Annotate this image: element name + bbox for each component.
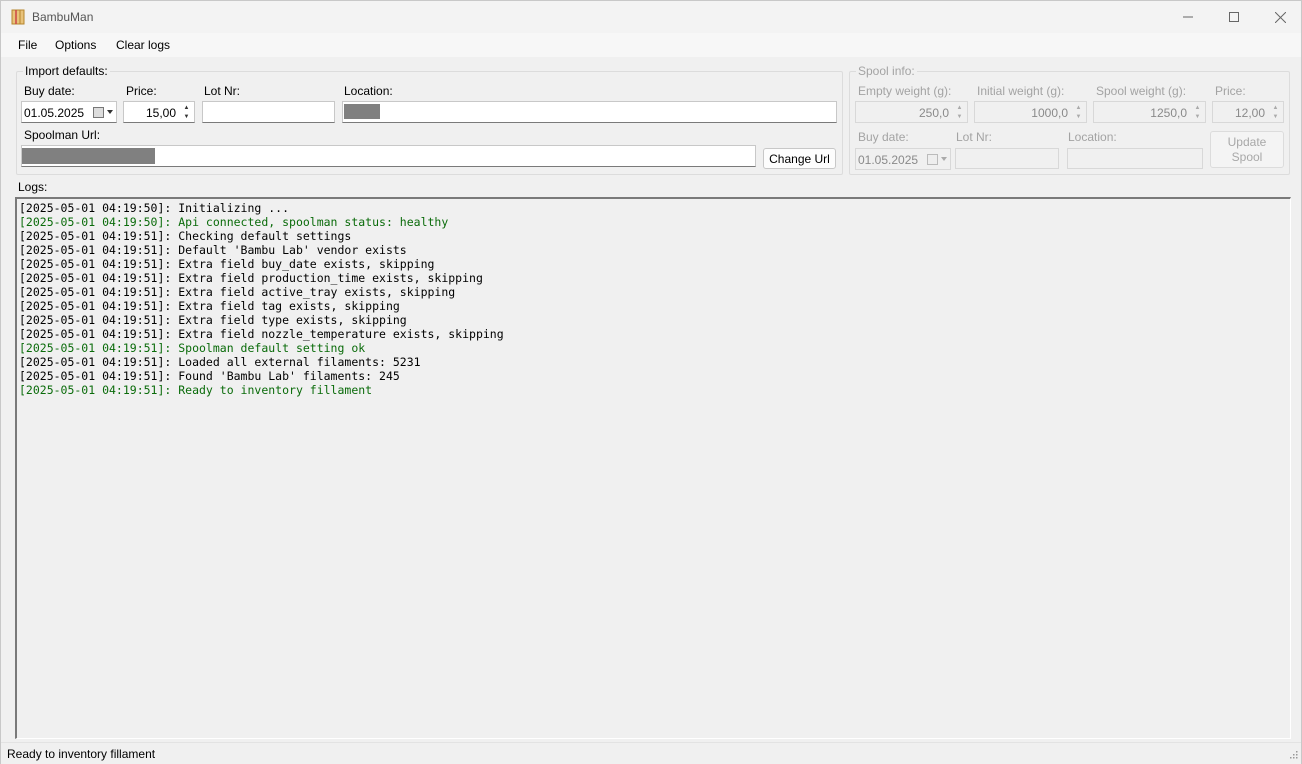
price-label: Price:	[126, 84, 157, 98]
menu-file[interactable]: File	[18, 38, 37, 52]
empty-weight-value: 250,0	[918, 106, 949, 120]
log-line: [2025-05-01 04:19:51]: Extra field tag e…	[19, 299, 400, 313]
spin-down-icon[interactable]: ▼	[1072, 112, 1085, 121]
spool-price-label: Price:	[1215, 84, 1246, 98]
spool-weight-spinner: ▲ ▼	[1191, 103, 1204, 121]
spool-price-value: 12,00	[1234, 106, 1265, 120]
empty-weight-label: Empty weight (g):	[858, 84, 952, 98]
buy-date-label: Buy date:	[24, 84, 75, 98]
log-line: [2025-05-01 04:19:51]: Extra field buy_d…	[19, 257, 435, 271]
log-line: [2025-05-01 04:19:51]: Extra field produ…	[19, 271, 483, 285]
change-url-button[interactable]: Change Url	[763, 148, 836, 169]
location-input[interactable]	[342, 101, 837, 123]
price-stepper[interactable]: 15,00 ▲ ▼	[123, 101, 195, 123]
chevron-down-icon[interactable]	[941, 157, 947, 161]
log-line: [2025-05-01 04:19:51]: Loaded all extern…	[19, 355, 421, 369]
spin-up-icon[interactable]: ▲	[1191, 103, 1204, 112]
spoolman-url-masked-value	[22, 148, 155, 164]
calendar-icon[interactable]	[927, 154, 938, 165]
initial-weight-value: 1000,0	[1031, 106, 1068, 120]
spin-down-icon[interactable]: ▼	[180, 112, 193, 121]
log-line: [2025-05-01 04:19:51]: Extra field nozzl…	[19, 327, 504, 341]
spin-down-icon[interactable]: ▼	[1269, 112, 1282, 121]
logs-textbox[interactable]: [2025-05-01 04:19:50]: Initializing ...[…	[15, 197, 1291, 739]
import-defaults-legend: Import defaults:	[23, 64, 110, 78]
chevron-down-icon[interactable]	[107, 110, 113, 114]
spool-lot-label: Lot Nr:	[956, 130, 993, 144]
price-value: 15,00	[145, 106, 176, 120]
spin-up-icon[interactable]: ▲	[1072, 103, 1085, 112]
initial-weight-stepper[interactable]: 1000,0 ▲ ▼	[974, 101, 1087, 123]
log-line: [2025-05-01 04:19:51]: Spoolman default …	[19, 341, 366, 355]
log-line: [2025-05-01 04:19:51]: Ready to inventor…	[19, 383, 373, 397]
maximize-button[interactable]	[1211, 1, 1257, 33]
spool-buy-date-picker[interactable]: 01.05.2025	[855, 148, 951, 170]
spin-up-icon[interactable]: ▲	[1269, 103, 1282, 112]
lot-input[interactable]	[202, 101, 335, 123]
spool-weight-label: Spool weight (g):	[1096, 84, 1187, 98]
log-line: [2025-05-01 04:19:50]: Initializing ...	[19, 201, 290, 215]
log-line: [2025-05-01 04:19:51]: Extra field activ…	[19, 285, 456, 299]
initial-weight-label: Initial weight (g):	[977, 84, 1065, 98]
spoolman-url-input[interactable]	[21, 145, 756, 167]
spin-up-icon[interactable]: ▲	[180, 103, 193, 112]
menu-options[interactable]: Options	[55, 38, 96, 52]
empty-weight-spinner: ▲ ▼	[953, 103, 966, 121]
log-line: [2025-05-01 04:19:51]: Extra field type …	[19, 313, 407, 327]
spool-weight-value: 1250,0	[1150, 106, 1187, 120]
calendar-icon[interactable]	[93, 107, 104, 118]
initial-weight-spinner: ▲ ▼	[1072, 103, 1085, 121]
spin-up-icon[interactable]: ▲	[953, 103, 966, 112]
status-text: Ready to inventory fillament	[7, 747, 156, 761]
status-bar: Ready to inventory fillament	[1, 742, 1301, 764]
location-masked-value	[344, 104, 380, 119]
spool-info-legend: Spool info:	[856, 64, 917, 78]
import-defaults-group: Import defaults: Buy date: 01.05.2025 Pr…	[16, 64, 843, 175]
spool-location-label: Location:	[1068, 130, 1117, 144]
spool-price-stepper[interactable]: 12,00 ▲ ▼	[1212, 101, 1284, 123]
maximize-icon	[1229, 12, 1239, 22]
empty-weight-stepper[interactable]: 250,0 ▲ ▼	[855, 101, 968, 123]
menu-clear-logs[interactable]: Clear logs	[116, 38, 170, 52]
spin-down-icon[interactable]: ▼	[1191, 112, 1204, 121]
window-title: BambuMan	[32, 10, 94, 24]
close-button[interactable]	[1257, 1, 1302, 33]
buy-date-value: 01.05.2025	[24, 106, 85, 120]
spool-buy-date-value: 01.05.2025	[858, 153, 919, 167]
spool-info-group: Spool info: Empty weight (g): 250,0 ▲ ▼ …	[849, 64, 1290, 175]
log-line: [2025-05-01 04:19:51]: Default 'Bambu La…	[19, 243, 407, 257]
update-spool-label-line1: Update	[1227, 134, 1267, 149]
spool-lot-input[interactable]	[955, 148, 1059, 169]
menu-bar: File Options Clear logs	[1, 33, 1301, 57]
title-bar[interactable]: BambuMan	[1, 1, 1301, 33]
resize-grip-icon[interactable]	[1288, 751, 1298, 761]
app-window: BambuMan File Options Clear logs Import …	[0, 0, 1302, 764]
logs-label: Logs:	[18, 180, 48, 194]
spin-down-icon[interactable]: ▼	[953, 112, 966, 121]
update-spool-label-line2: Spool	[1231, 149, 1263, 164]
spool-icon	[11, 9, 25, 25]
spoolman-url-label: Spoolman Url:	[24, 128, 101, 142]
log-line: [2025-05-01 04:19:50]: Api connected, sp…	[19, 215, 449, 229]
price-spinner: ▲ ▼	[180, 103, 193, 121]
spool-price-spinner: ▲ ▼	[1269, 103, 1282, 121]
log-line: [2025-05-01 04:19:51]: Found 'Bambu Lab'…	[19, 369, 400, 383]
spool-location-input[interactable]	[1067, 148, 1203, 169]
close-icon	[1274, 11, 1286, 23]
log-line: [2025-05-01 04:19:51]: Checking default …	[19, 229, 352, 243]
spool-buy-date-label: Buy date:	[858, 130, 909, 144]
minimize-icon	[1183, 16, 1193, 18]
location-label: Location:	[344, 84, 393, 98]
lot-label: Lot Nr:	[204, 84, 241, 98]
buy-date-picker[interactable]: 01.05.2025	[21, 101, 117, 123]
spool-weight-stepper[interactable]: 1250,0 ▲ ▼	[1093, 101, 1206, 123]
update-spool-button[interactable]: Update Spool	[1210, 131, 1284, 168]
minimize-button[interactable]	[1165, 1, 1211, 33]
